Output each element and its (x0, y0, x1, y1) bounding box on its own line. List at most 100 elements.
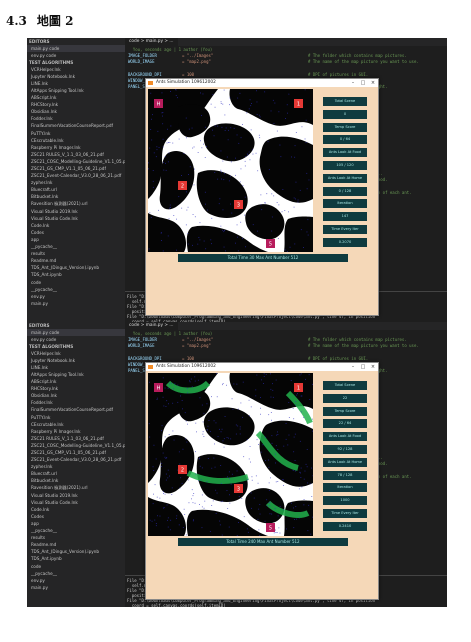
open-editor-item[interactable]: env.py code (27, 336, 125, 343)
file-item[interactable]: zypher.lnk (27, 464, 125, 471)
file-item[interactable]: Obsidian.lnk (27, 393, 125, 400)
file-item[interactable]: TDS_Ant.ipynb (27, 556, 125, 563)
open-editor-item[interactable]: env.py code (27, 52, 125, 59)
file-item[interactable]: Jupyter Notebook.lnk (27, 357, 125, 364)
file-item[interactable]: ZSC21_GS_CMP_V1.1_05_06_21.pdf (27, 166, 125, 173)
file-item[interactable]: AltApps Snipping Tool.lnk (27, 371, 125, 378)
file-item[interactable]: TDS_Ant.ipynb (27, 272, 125, 279)
ant-dot (165, 473, 167, 475)
file-item[interactable]: ABScript.lnk (27, 95, 125, 102)
file-item[interactable]: Readme.md (27, 542, 125, 549)
file-item[interactable]: FinalSummerVacationCourseReport.pdf (27, 123, 125, 130)
file-item[interactable]: CEscrutable.lnk (27, 421, 125, 428)
file-item[interactable]: Codes (27, 229, 125, 236)
ant-dot (275, 379, 277, 381)
minimize-button[interactable]: – (348, 79, 358, 87)
file-item[interactable]: results (27, 535, 125, 542)
file-item[interactable]: Ravesition 檢測器(2021).url (27, 201, 125, 208)
file-item[interactable]: AltApps Snipping Tool.lnk (27, 87, 125, 94)
file-item[interactable]: Code.lnk (27, 222, 125, 229)
file-item[interactable]: PuTTY.lnk (27, 130, 125, 137)
file-item[interactable]: Readme.md (27, 258, 125, 265)
file-item[interactable]: RHCStory.lnk (27, 102, 125, 109)
tab-main-py[interactable]: code > main.py > ... (125, 38, 178, 46)
file-item[interactable]: env.py (27, 293, 125, 300)
window-titlebar[interactable]: Ants Simulation 109612002 (146, 79, 378, 87)
file-item[interactable]: Visual Studio Code.lnk (27, 215, 125, 222)
file-item[interactable]: ZSC21 RULES_V_1.1_03_06_21.pdf (27, 151, 125, 158)
maximize-button[interactable]: □ (358, 363, 368, 371)
file-item[interactable]: CEscrutable.lnk (27, 137, 125, 144)
file-item[interactable]: TDS_Ant_(Dingus_Version).ipynb (27, 549, 125, 556)
ant-dot (266, 193, 268, 195)
ant-dot (152, 114, 153, 116)
close-button[interactable]: × (368, 79, 378, 87)
ant-dot (161, 92, 163, 94)
file-item[interactable]: code (27, 279, 125, 286)
file-item[interactable]: Obsidian.lnk (27, 109, 125, 116)
file-item[interactable]: LINE.lnk (27, 80, 125, 87)
file-item[interactable]: app (27, 520, 125, 527)
file-item[interactable]: __pycache__ (27, 528, 125, 535)
file-item[interactable]: code (27, 563, 125, 570)
file-item[interactable]: Fodder.lnk (27, 116, 125, 123)
minimize-button[interactable]: – (348, 363, 358, 371)
file-item[interactable]: zypher.lnk (27, 180, 125, 187)
file-item[interactable]: Jupyter Notebook.lnk (27, 73, 125, 80)
editor-tabs: code > main.py > ... (125, 38, 447, 46)
ant-dot (168, 142, 169, 143)
file-item[interactable]: ZSC21_Event-Calendar_V3.0_28_06_21.pdf (27, 457, 125, 464)
file-item[interactable]: Raspberry Pi Imager.lnk (27, 428, 125, 435)
file-item[interactable]: Bluecraft.url (27, 471, 125, 478)
open-editor-item[interactable]: main.py code (27, 45, 125, 53)
file-item[interactable]: __pycache__ (27, 286, 125, 293)
ant-dot (176, 218, 177, 220)
simulation-window[interactable]: Ants Simulation 109612002 – □ × H 1 2 3 5 To… (145, 78, 379, 316)
ant-dot (256, 374, 258, 376)
file-item[interactable]: Visual Studio Code.lnk (27, 499, 125, 506)
file-item[interactable]: Bitbucket.lnk (27, 194, 125, 201)
file-item[interactable]: PuTTY.lnk (27, 414, 125, 421)
file-item[interactable]: LINE.lnk (27, 364, 125, 371)
file-item[interactable]: TDS_Ant_(Dingus_Version).ipynb (27, 265, 125, 272)
file-item[interactable]: main.py (27, 300, 125, 307)
file-item[interactable]: __pycache__ (27, 570, 125, 577)
file-item[interactable]: Raspberry Pi Imager.lnk (27, 144, 125, 151)
file-item[interactable]: FinalSummerVacationCourseReport.pdf (27, 407, 125, 414)
file-item[interactable]: Bitbucket.lnk (27, 478, 125, 485)
file-item[interactable]: Ravesition 檢測器(2021).url (27, 485, 125, 492)
open-editor-item[interactable]: main.py code (27, 329, 125, 337)
close-button[interactable]: × (368, 363, 378, 371)
file-item[interactable]: Code.lnk (27, 506, 125, 513)
file-item[interactable]: Codes (27, 513, 125, 520)
file-item[interactable]: Fodder.lnk (27, 400, 125, 407)
ant-dot (197, 152, 199, 153)
file-item[interactable]: __pycache__ (27, 244, 125, 251)
file-item[interactable]: results (27, 251, 125, 258)
simulation-window[interactable]: Ants Simulation 109612002 – □ × H 1 2 3 5 To… (145, 362, 379, 600)
file-item[interactable]: Visual Studio 2019.lnk (27, 208, 125, 215)
file-item[interactable]: ZSC21_COSC_Modelling-Guideline_V1.1_05.p… (27, 158, 125, 165)
maximize-button[interactable]: □ (358, 79, 368, 87)
tab-main-py[interactable]: code > main.py > ... (125, 322, 178, 330)
file-item[interactable]: ZSC21_Event-Calendar_V3.0_28_06_21.pdf (27, 173, 125, 180)
file-item[interactable]: Visual Studio 2019.lnk (27, 492, 125, 499)
file-item[interactable]: ABScript.lnk (27, 379, 125, 386)
file-item[interactable]: env.py (27, 577, 125, 584)
ant-dot (237, 236, 238, 238)
ant-dot (167, 161, 169, 163)
file-item[interactable]: RHCStory.lnk (27, 386, 125, 393)
file-item[interactable]: VCRHelper.lnk (27, 350, 125, 357)
ant-dot (170, 91, 171, 92)
ant-dot (245, 156, 247, 157)
file-item[interactable]: main.py (27, 584, 125, 591)
ant-dot (148, 248, 150, 250)
window-titlebar[interactable]: Ants Simulation 109612002 (146, 363, 378, 371)
file-item[interactable]: ZSC21 RULES_V_1.1_03_06_21.pdf (27, 435, 125, 442)
file-item[interactable]: VCRHelper.lnk (27, 66, 125, 73)
code-variable: BACKGROUND_DPI (128, 355, 162, 361)
file-item[interactable]: Bluecraft.url (27, 187, 125, 194)
file-item[interactable]: app (27, 236, 125, 243)
file-item[interactable]: ZSC21_GS_CMP_V1.1_05_06_21.pdf (27, 450, 125, 457)
file-item[interactable]: ZSC21_COSC_Modelling-Guideline_V1.1_05.p… (27, 442, 125, 449)
